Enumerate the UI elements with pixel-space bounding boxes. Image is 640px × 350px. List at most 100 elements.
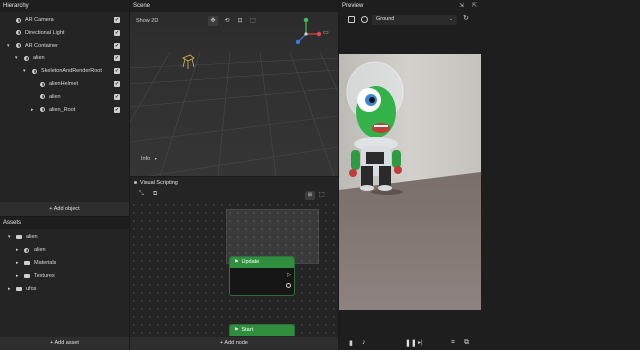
expand-arrow-icon[interactable]: ▸: [8, 283, 11, 295]
folder-icon: [16, 287, 22, 291]
asset-item-label: alien: [34, 247, 46, 253]
visual-scripting-panel: Visual Scripting ⤡ ⧉ ⊞ ⬚ ⚑ Update ▷ ⚑ Star…: [130, 177, 338, 350]
visibility-checkbox[interactable]: ✓: [114, 29, 120, 36]
object-icon: [32, 68, 37, 74]
asset-item[interactable]: ▸ Materials: [0, 257, 129, 269]
hierarchy-item[interactable]: ▾ alien ✓: [0, 52, 129, 64]
fit-view-icon[interactable]: ⊞: [305, 191, 315, 200]
asset-item-label: Materials: [34, 260, 57, 266]
preview-title: Preview: [339, 0, 640, 12]
preview-panel: Preview ⇲ ⇱ Ground ⌄ ↻ ▮ ♪ ❚❚ ▸| ⌗ ⧉: [339, 0, 640, 350]
visibility-checkbox[interactable]: ✓: [114, 106, 120, 113]
expand-arrow-icon[interactable]: ▸: [16, 244, 19, 256]
step-forward-icon[interactable]: ▸|: [418, 339, 423, 346]
folder-icon: [24, 261, 30, 265]
update-node[interactable]: ⚑ Update ▷: [229, 256, 295, 296]
visibility-checkbox[interactable]: ✓: [114, 68, 120, 75]
update-node-title: Update: [241, 259, 260, 265]
hierarchy-item[interactable]: AR Camera ✓: [0, 14, 129, 26]
assets-panel: Assets ▾ alien ▸ alien ▸ Materials ▸ Textures ▸ u…: [0, 217, 129, 350]
scene-panel: Scene Show 2D ✥ ⟲ ⊡ ⬚ ▭ Info ▾: [130, 0, 338, 176]
object-icon: [16, 30, 21, 36]
graph-icon[interactable]: ⧉: [153, 191, 157, 198]
graph-canvas[interactable]: ⚑ Update ▷ ⚑ Start: [130, 201, 338, 336]
start-node[interactable]: ⚑ Start: [229, 324, 295, 336]
expand-arrow-icon[interactable]: ▸: [31, 104, 34, 116]
hierarchy-item[interactable]: ▸ alien_Root ✓: [0, 104, 129, 116]
object-icon: [16, 43, 21, 49]
hierarchy-item[interactable]: ▾ AR Container ✓: [0, 40, 129, 52]
collapse-arrow-icon[interactable]: ▾: [23, 65, 26, 77]
hierarchy-item[interactable]: alien ✓: [0, 91, 129, 103]
hierarchy-panel: Hierarchy AR Camera ✓ Directional Light ✓ ▾ A…: [0, 0, 129, 216]
bookmark-icon[interactable]: ▮: [349, 339, 353, 347]
flag-icon: ⚑: [234, 327, 239, 333]
tiktok-icon[interactable]: ♪: [362, 339, 366, 346]
asset-item[interactable]: ▸ Textures: [0, 270, 129, 282]
folder-icon: [24, 274, 30, 278]
object-icon: [40, 81, 45, 87]
hierarchy-item-label: AR Container: [25, 42, 59, 49]
flag-icon: ⚑: [234, 259, 239, 265]
ground-select-value: Ground: [376, 16, 395, 22]
hierarchy-item[interactable]: ▾ SkeletonAndRenderRoot ✓: [0, 65, 129, 77]
hierarchy-item-label: Directional Light: [25, 29, 65, 36]
target-icon[interactable]: [361, 16, 368, 23]
preview-toolbar: Ground ⌄ ↻: [339, 13, 481, 28]
visibility-checkbox[interactable]: ✓: [114, 17, 120, 23]
camera-icon[interactable]: ▭: [323, 29, 329, 36]
visibility-checkbox[interactable]: ✓: [114, 42, 120, 49]
value-output-port-icon[interactable]: [286, 283, 291, 288]
crop-icon[interactable]: ⌗: [451, 339, 455, 347]
asset-item-label: Textures: [34, 273, 55, 279]
scene-title: Scene: [130, 0, 338, 12]
pause-icon[interactable]: ❚❚: [405, 339, 417, 347]
expand-arrow-icon[interactable]: ▸: [16, 270, 19, 282]
scale-tool-icon[interactable]: ⊡: [235, 16, 245, 26]
visibility-checkbox[interactable]: ✓: [114, 55, 120, 62]
info-label: Info: [141, 156, 151, 162]
object-icon: [40, 94, 45, 100]
hierarchy-title: Hierarchy: [0, 0, 129, 12]
expand-arrow-icon[interactable]: ▸: [16, 257, 19, 269]
scene-viewport[interactable]: Show 2D ✥ ⟲ ⊡ ⬚ ▭ Info ▾: [130, 12, 338, 176]
add-asset-button[interactable]: + Add asset: [0, 337, 129, 350]
hierarchy-item-label: alien_Root: [49, 106, 76, 113]
asset-item[interactable]: ▸ alien: [0, 244, 129, 256]
visual-scripting-header: Visual Scripting: [130, 177, 338, 189]
move-tool-icon[interactable]: ✥: [208, 16, 218, 26]
rect-tool-icon[interactable]: ⬚: [248, 16, 258, 26]
record-icon[interactable]: ⧉: [464, 339, 469, 347]
hierarchy-item[interactable]: Directional Light ✓: [0, 27, 129, 39]
hierarchy-item-label: SkeletonAndRenderRoot: [41, 68, 102, 75]
asset-item[interactable]: ▸ ufos: [0, 283, 129, 295]
chevron-down-icon: ⌄: [448, 16, 453, 22]
layout-icon[interactable]: ⬚: [319, 191, 325, 198]
exec-output-port-icon[interactable]: ▷: [287, 272, 291, 278]
add-node-button[interactable]: + Add node: [130, 337, 338, 350]
ground-select[interactable]: Ground ⌄: [372, 15, 457, 25]
add-object-button[interactable]: + Add object: [0, 202, 129, 216]
rotate-tool-icon[interactable]: ⟲: [222, 16, 232, 26]
collapse-arrow-icon[interactable]: ▾: [8, 231, 11, 243]
chevron-down-icon: ▾: [154, 156, 157, 161]
hierarchy-item[interactable]: alienHelmet ✓: [0, 78, 129, 90]
visibility-checkbox[interactable]: ✓: [114, 81, 120, 87]
info-button[interactable]: Info ▾: [141, 156, 157, 162]
asset-item-label: ufos: [26, 286, 37, 292]
device-icon[interactable]: [348, 16, 355, 23]
visual-scripting-title: Visual Scripting: [140, 180, 178, 186]
collapse-arrow-icon[interactable]: ▾: [7, 40, 10, 52]
refresh-icon[interactable]: ↻: [463, 14, 469, 22]
collapse-icon[interactable]: ⤡: [139, 191, 144, 198]
popout-icon[interactable]: ⇱: [472, 2, 477, 9]
hierarchy-item-label: AR Camera: [25, 17, 54, 23]
assets-title: Assets: [0, 217, 129, 229]
expand-icon[interactable]: ⇲: [459, 2, 464, 9]
show-2d-label[interactable]: Show 2D: [136, 18, 158, 24]
preview-camera-image: [339, 54, 481, 310]
collapse-arrow-icon[interactable]: ▾: [15, 52, 18, 64]
axis-gizmo-icon[interactable]: [294, 16, 324, 46]
asset-item[interactable]: ▾ alien: [0, 231, 129, 243]
visibility-checkbox[interactable]: ✓: [114, 93, 120, 100]
